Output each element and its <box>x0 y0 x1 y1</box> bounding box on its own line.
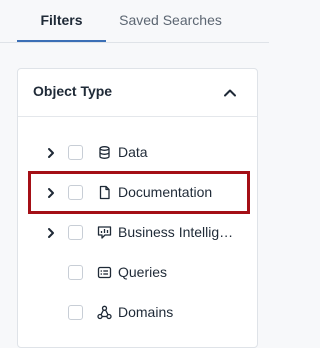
filter-checkbox-business-intelligence[interactable] <box>68 225 83 240</box>
panel-header[interactable]: Object Type <box>18 69 257 117</box>
active-tab-indicator <box>17 40 106 42</box>
chevron-right-icon[interactable] <box>44 186 58 200</box>
filter-checkbox-documentation[interactable] <box>68 185 83 200</box>
document-icon <box>97 185 112 200</box>
domains-icon <box>97 305 112 320</box>
filter-item-documentation[interactable]: Documentation <box>18 173 257 213</box>
filter-item-queries[interactable]: Queries <box>18 253 257 293</box>
tab-filters[interactable]: Filters <box>17 0 106 43</box>
tab-bar: Filters Saved Searches <box>0 0 269 43</box>
filter-item-label: Documentation <box>118 184 213 200</box>
object-type-filter-panel: Object Type Data Documentation Business … <box>17 68 258 348</box>
chevron-up-icon[interactable] <box>218 81 242 105</box>
filter-item-data[interactable]: Data <box>18 133 257 173</box>
filter-checkbox-domains[interactable] <box>68 305 83 320</box>
filter-item-domains[interactable]: Domains <box>18 293 257 333</box>
business-intelligence-icon <box>97 225 112 240</box>
filter-item-label: Queries <box>118 264 168 280</box>
filter-item-label: Business Intelligence <box>118 224 238 240</box>
chevron-right-icon[interactable] <box>44 146 58 160</box>
filter-item-business-intelligence[interactable]: Business Intelligence <box>18 213 257 253</box>
filter-checkbox-data[interactable] <box>68 145 83 160</box>
chevron-right-icon[interactable] <box>44 226 58 240</box>
filter-checkbox-queries[interactable] <box>68 265 83 280</box>
tab-saved-searches[interactable]: Saved Searches <box>106 0 235 43</box>
panel-title: Object Type <box>33 83 113 99</box>
filter-item-label: Domains <box>118 304 174 320</box>
query-icon <box>97 265 112 280</box>
filter-item-label: Data <box>118 144 148 160</box>
database-icon <box>97 145 112 160</box>
